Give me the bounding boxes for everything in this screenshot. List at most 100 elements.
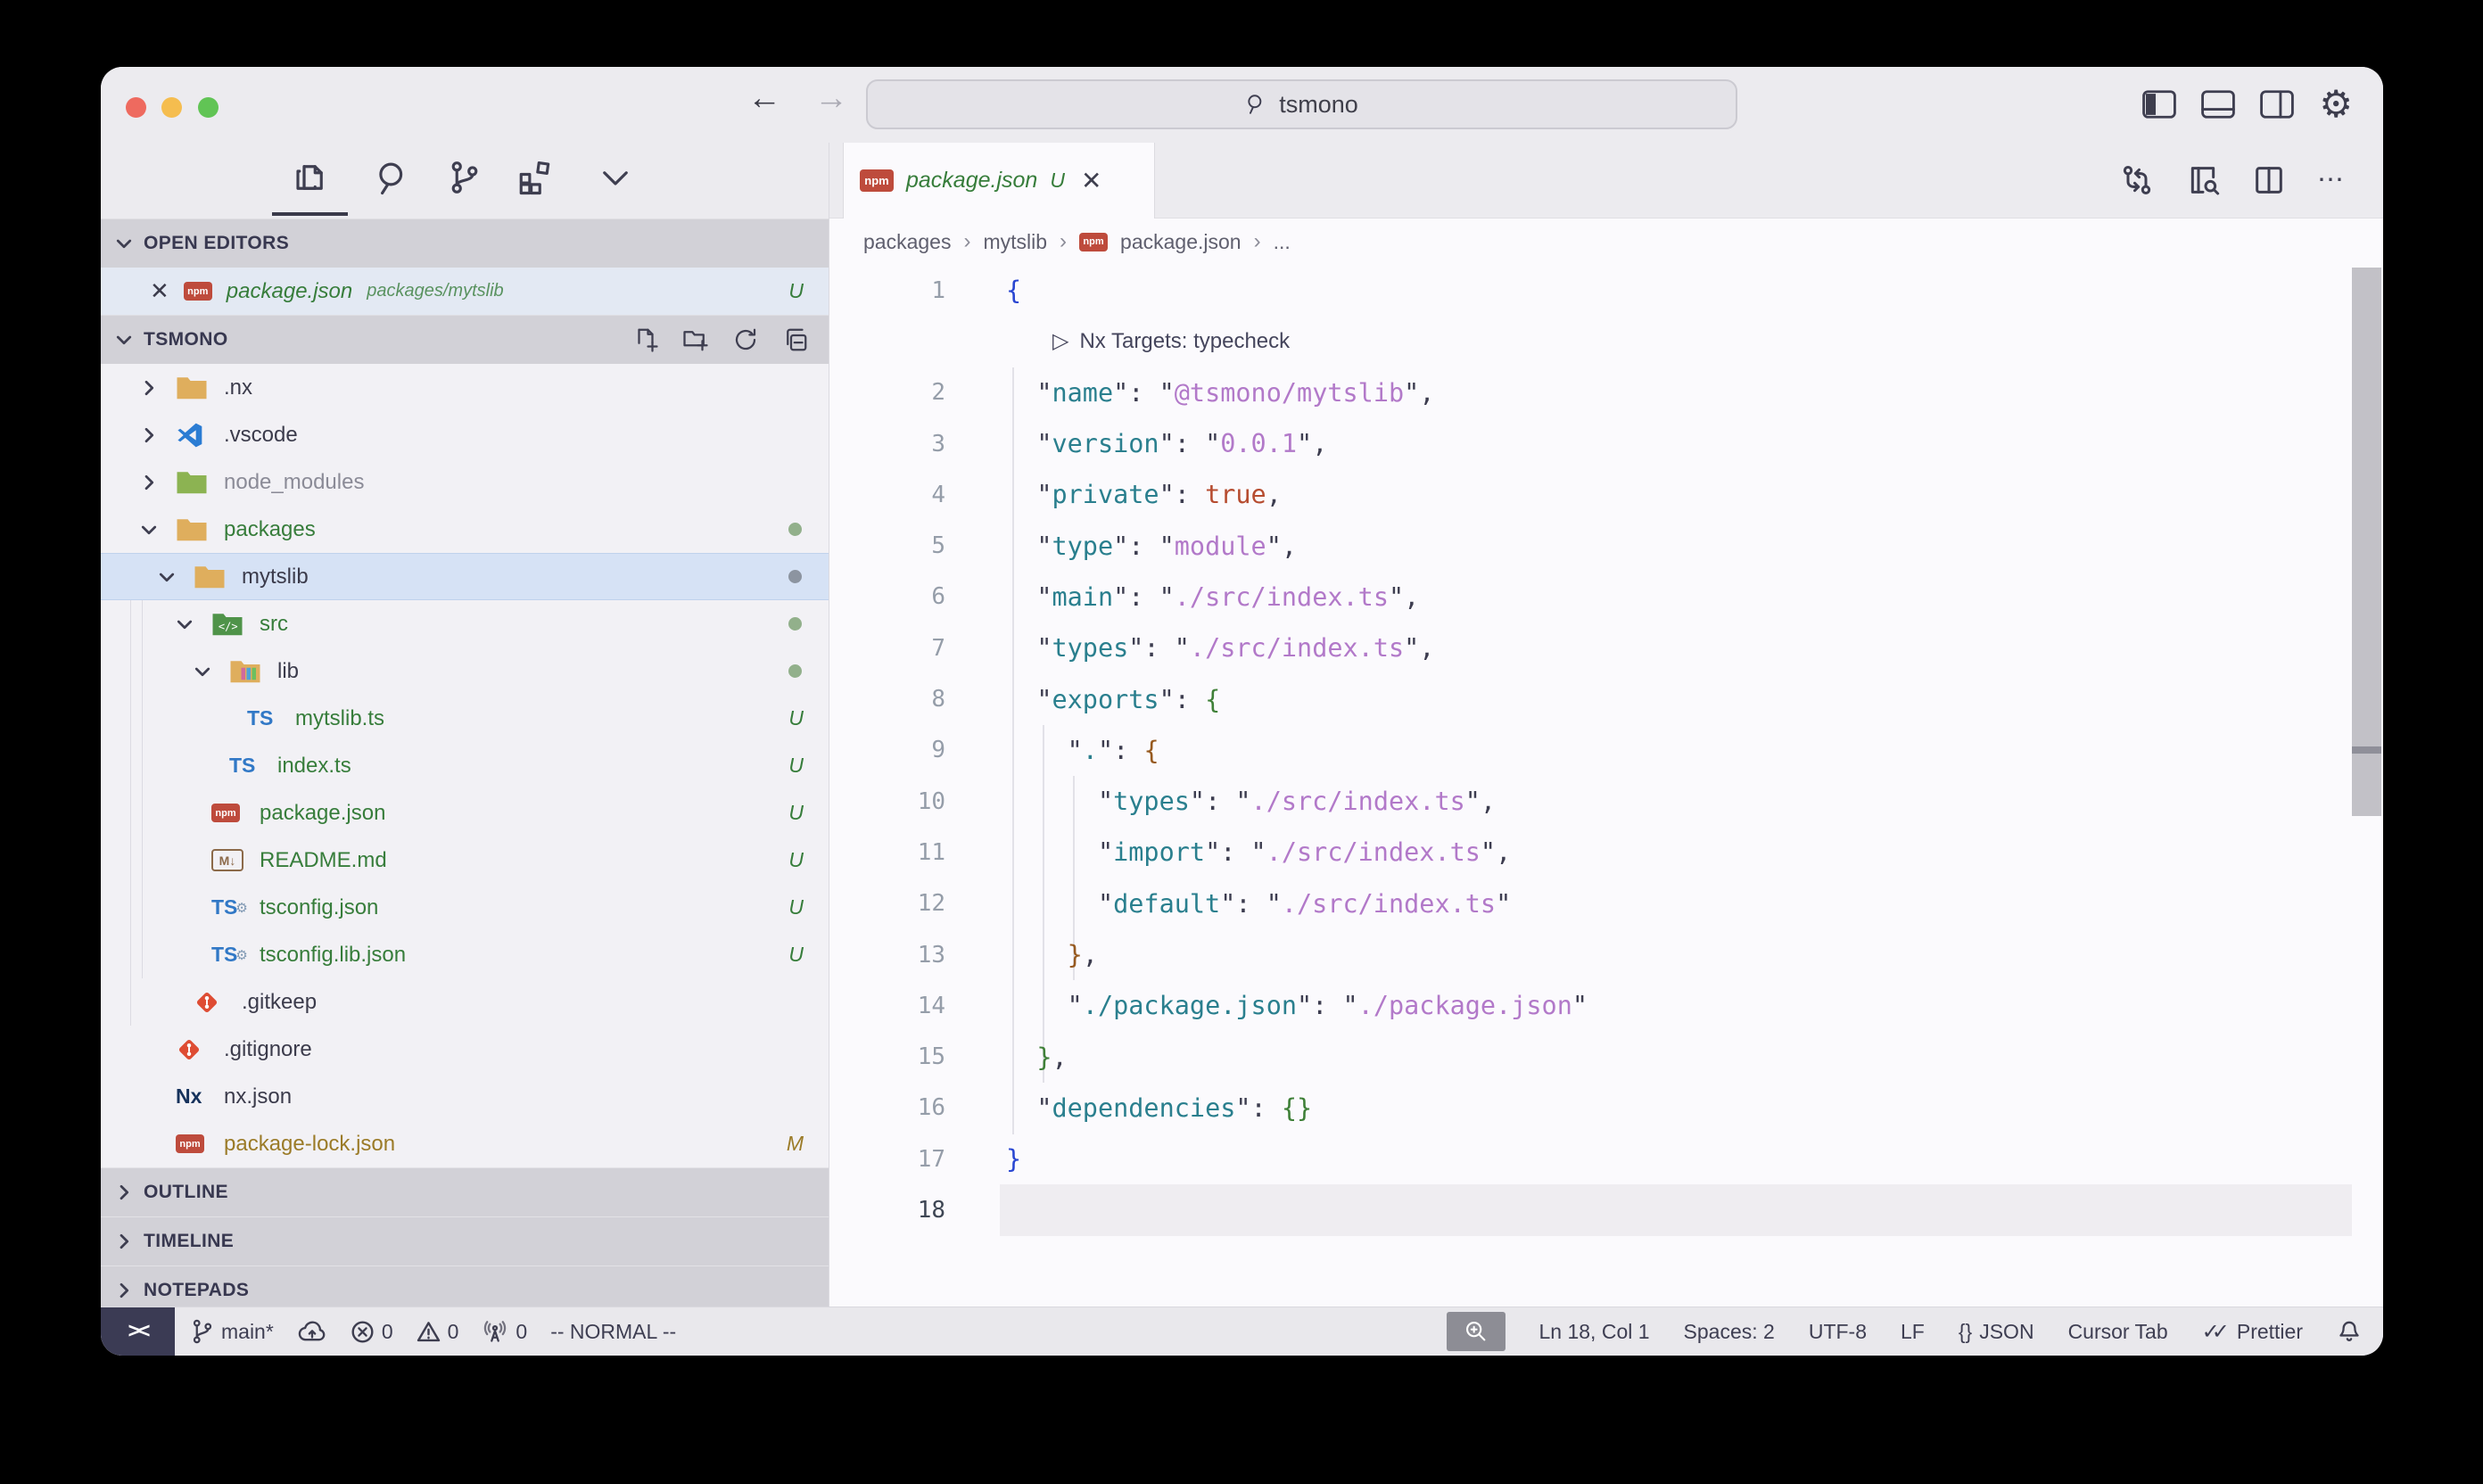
remote-indicator[interactable]: >< xyxy=(101,1307,175,1356)
split-editor-icon[interactable] xyxy=(2251,162,2287,198)
search-editor-icon[interactable] xyxy=(2185,162,2221,198)
tree-item-index.ts[interactable]: TSindex.tsU xyxy=(101,742,829,789)
new-folder-icon[interactable] xyxy=(682,326,709,353)
maximize-window-button[interactable] xyxy=(198,97,219,118)
code-line-4[interactable]: 4 "private": true, xyxy=(829,469,2383,520)
close-window-button[interactable] xyxy=(126,97,146,118)
code-line-17[interactable]: 17} xyxy=(829,1134,2383,1184)
warnings-status[interactable]: 0 xyxy=(417,1320,459,1344)
tree-item-.gitignore[interactable]: .gitignore xyxy=(101,1026,829,1073)
workspace-header-tsmono[interactable]: TSMONO xyxy=(101,315,829,364)
code-line-1[interactable]: 1{ xyxy=(829,265,2383,316)
encoding-status[interactable]: UTF-8 xyxy=(1809,1320,1867,1344)
tree-item-.vscode[interactable]: .vscode xyxy=(101,411,829,458)
codelens-nx-targets[interactable]: ▷Nx Targets: typecheck xyxy=(829,316,2383,367)
tree-item-label: package.json xyxy=(260,801,385,826)
eol-status[interactable]: LF xyxy=(1901,1320,1925,1344)
tree-item-package.json[interactable]: npmpackage.jsonU xyxy=(101,789,829,837)
code-line-12[interactable]: 12 "default": "./src/index.ts" xyxy=(829,878,2383,929)
ports-status[interactable]: 0 xyxy=(482,1320,527,1344)
toggle-secondary-sidebar-icon[interactable] xyxy=(2260,90,2294,119)
notepads-section-header[interactable]: NOTEPADS xyxy=(101,1266,829,1307)
tree-item-lib[interactable]: lib xyxy=(101,647,829,695)
new-file-icon[interactable] xyxy=(632,326,659,353)
toggle-primary-sidebar-icon[interactable] xyxy=(2142,90,2176,119)
search-value: tsmono xyxy=(1279,91,1358,119)
extensions-icon[interactable] xyxy=(516,159,554,196)
code-line-8[interactable]: 8 "exports": { xyxy=(829,673,2383,724)
tab-close-icon[interactable]: ✕ xyxy=(1081,166,1101,195)
indentation-status[interactable]: Spaces: 2 xyxy=(1684,1320,1775,1344)
timeline-section-header[interactable]: TIMELINE xyxy=(101,1216,829,1266)
code-line-6[interactable]: 6 "main": "./src/index.ts", xyxy=(829,572,2383,622)
tree-item-nx.json[interactable]: Nxnx.json xyxy=(101,1073,829,1120)
chevron-down-icon[interactable] xyxy=(138,519,160,540)
collapse-folders-icon[interactable] xyxy=(782,326,809,353)
settings-gear-icon[interactable]: ⚙ xyxy=(2319,85,2353,124)
explorer-files-icon[interactable] xyxy=(292,159,329,196)
navigate-back-button[interactable]: ← xyxy=(747,81,781,115)
formatter-status[interactable]: ✓✓ Prettier xyxy=(2202,1319,2303,1345)
tree-item-src[interactable]: </>src xyxy=(101,600,829,647)
chevron-right-icon[interactable] xyxy=(138,425,160,446)
toggle-panel-icon[interactable] xyxy=(2201,90,2235,119)
code-line-3[interactable]: 3 "version": "0.0.1", xyxy=(829,418,2383,469)
more-actions-icon[interactable]: ⋯ xyxy=(2317,167,2346,194)
chevron-down-icon[interactable] xyxy=(156,566,177,588)
code-line-7[interactable]: 7 "types": "./src/index.ts", xyxy=(829,622,2383,673)
code-line-13[interactable]: 13 }, xyxy=(829,929,2383,980)
search-panel-icon[interactable] xyxy=(374,159,411,196)
code-line-9[interactable]: 9 ".": { xyxy=(829,725,2383,776)
breadcrumb-packages[interactable]: packages xyxy=(863,230,951,254)
tree-item-mytslib[interactable]: mytslib xyxy=(101,553,829,600)
cursor-position-status[interactable]: Ln 18, Col 1 xyxy=(1539,1320,1650,1344)
code-line-18[interactable]: 18 xyxy=(829,1184,2383,1235)
code-editor[interactable]: 1{▷Nx Targets: typecheck2 "name": "@tsmo… xyxy=(829,265,2383,1236)
code-line-5[interactable]: 5 "type": "module", xyxy=(829,520,2383,571)
code-line-10[interactable]: 10 "types": "./src/index.ts", xyxy=(829,776,2383,827)
chevron-right-icon[interactable] xyxy=(138,472,160,493)
breadcrumb-symbol[interactable]: ... xyxy=(1274,230,1291,254)
code-line-14[interactable]: 14 "./package.json": "./package.json" xyxy=(829,980,2383,1031)
code-line-16[interactable]: 16 "dependencies": {} xyxy=(829,1083,2383,1134)
chevron-down-icon[interactable] xyxy=(174,614,195,635)
code-line-2[interactable]: 2 "name": "@tsmono/mytslib", xyxy=(829,367,2383,418)
tree-item-mytslib.ts[interactable]: TSmytslib.tsU xyxy=(101,695,829,742)
notifications-bell-icon[interactable] xyxy=(2337,1319,2362,1344)
tree-item-.gitkeep[interactable]: .gitkeep xyxy=(101,978,829,1026)
open-changes-icon[interactable] xyxy=(2119,162,2155,198)
open-editors-header[interactable]: OPEN EDITORS xyxy=(101,218,829,268)
errors-status[interactable]: 0 xyxy=(351,1320,393,1344)
open-editor-entry-package-json[interactable]: ✕ npm package.json packages/mytslib U xyxy=(101,268,829,315)
tab-package-json[interactable]: npm package.json U ✕ xyxy=(843,143,1155,218)
minimize-window-button[interactable] xyxy=(161,97,182,118)
language-mode-status[interactable]: {} JSON xyxy=(1959,1320,2034,1344)
tree-item-tsconfig.json[interactable]: TS⚙tsconfig.jsonU xyxy=(101,884,829,931)
tree-item-README.md[interactable]: M↓README.mdU xyxy=(101,837,829,884)
code-line-11[interactable]: 11 "import": "./src/index.ts", xyxy=(829,827,2383,878)
breadcrumb-mytslib[interactable]: mytslib xyxy=(983,230,1047,254)
ts-gear-icon: TS⚙ xyxy=(211,893,251,923)
tree-item-tsconfig.lib.json[interactable]: TS⚙tsconfig.lib.jsonU xyxy=(101,931,829,978)
editor-scrollbar-thumb[interactable] xyxy=(2352,268,2381,816)
tree-item-packages[interactable]: packages xyxy=(101,506,829,553)
more-views-chevron-icon[interactable] xyxy=(597,159,634,196)
tree-item-.nx[interactable]: .nx xyxy=(101,364,829,411)
screencast-zoom-indicator[interactable] xyxy=(1447,1312,1505,1351)
outline-section-header[interactable]: OUTLINE xyxy=(101,1167,829,1216)
refresh-explorer-icon[interactable] xyxy=(732,326,759,353)
git-branch-status[interactable]: main* xyxy=(191,1318,274,1345)
chevron-down-icon[interactable] xyxy=(192,661,213,682)
tree-item-package-lock.json[interactable]: npmpackage-lock.jsonM xyxy=(101,1120,829,1167)
tree-item-node_modules[interactable]: node_modules xyxy=(101,458,829,506)
chevron-right-icon[interactable] xyxy=(138,377,160,399)
navigate-forward-button[interactable]: → xyxy=(814,81,848,115)
code-line-15[interactable]: 15 }, xyxy=(829,1031,2383,1082)
command-center-search[interactable]: tsmono xyxy=(866,79,1737,129)
breadcrumb-package-json[interactable]: package.json xyxy=(1120,230,1242,254)
cursor-tab-status[interactable]: Cursor Tab xyxy=(2068,1320,2168,1344)
git-status-badge: U xyxy=(788,943,804,967)
close-editor-icon[interactable]: ✕ xyxy=(150,277,169,305)
source-control-icon[interactable] xyxy=(446,159,483,196)
sync-cloud-icon[interactable] xyxy=(297,1319,327,1344)
